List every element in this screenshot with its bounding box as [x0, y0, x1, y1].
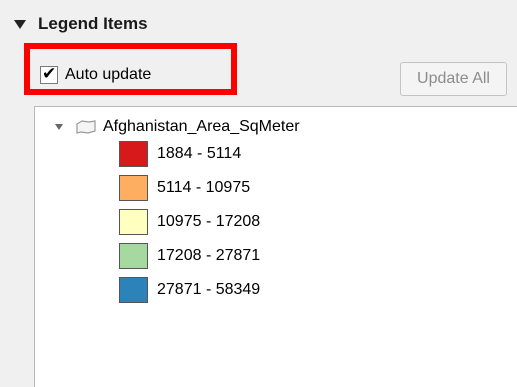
legend-items-section-header[interactable]: Legend Items [14, 12, 148, 36]
auto-update-checkbox[interactable]: ✔ Auto update [40, 64, 151, 84]
legend-item[interactable]: 5114 - 10975 [119, 175, 250, 201]
range-label: 1884 - 5114 [157, 145, 242, 162]
checkbox-box[interactable]: ✔ [40, 64, 58, 84]
legend-item[interactable]: 10975 - 17208 [119, 209, 260, 235]
auto-update-label[interactable]: Auto update [65, 66, 151, 84]
range-label: 17208 - 27871 [157, 247, 261, 264]
update-all-button[interactable]: Update All [400, 62, 507, 96]
section-title: Legend Items [38, 14, 148, 33]
color-swatch [119, 175, 148, 201]
color-swatch [119, 243, 148, 269]
color-swatch [119, 209, 148, 235]
legend-item[interactable]: 27871 - 58349 [119, 277, 260, 303]
legend-tree[interactable]: Afghanistan_Area_SqMeter 1884 - 5114 511… [34, 106, 517, 387]
legend-item[interactable]: 1884 - 5114 [119, 141, 241, 167]
color-swatch [119, 277, 148, 303]
layer-node[interactable]: Afghanistan_Area_SqMeter [55, 115, 300, 139]
range-label: 5114 - 10975 [157, 179, 251, 196]
range-label: 27871 - 58349 [157, 281, 261, 298]
legend-items-panel: Legend Items ✔ Auto update Update All Af… [0, 0, 517, 387]
polygon-layer-icon [75, 119, 97, 135]
legend-item[interactable]: 17208 - 27871 [119, 243, 260, 269]
collapse-arrow-icon[interactable] [14, 19, 26, 29]
expand-arrow-icon[interactable] [55, 124, 63, 130]
range-label: 10975 - 17208 [157, 213, 261, 230]
color-swatch [119, 141, 148, 167]
checkmark-icon: ✔ [42, 64, 57, 83]
layer-name: Afghanistan_Area_SqMeter [103, 118, 300, 135]
